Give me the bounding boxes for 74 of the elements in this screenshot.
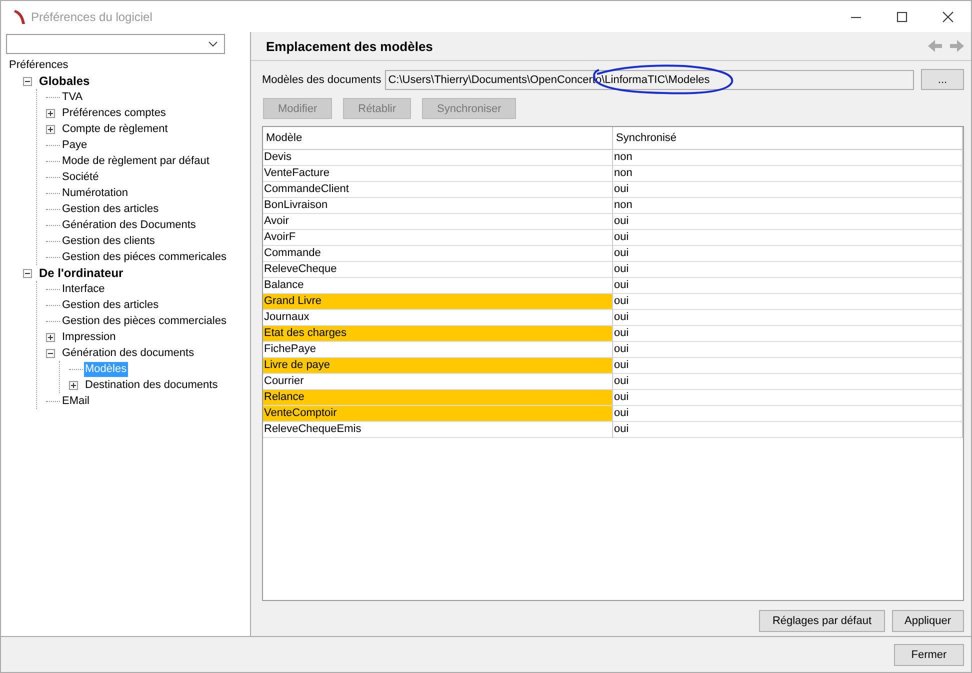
tree-item[interactable]: Gestion des articles [61, 298, 160, 312]
table-cell: Grand Livre [263, 294, 613, 310]
table-cell: Relance [263, 390, 613, 406]
tree-item[interactable]: Génération des Documents [61, 218, 197, 232]
panel-title: Emplacement des modèles [266, 38, 433, 54]
table-cell: AvoirF [263, 230, 613, 246]
chevron-down-icon [208, 41, 218, 47]
table-cell: oui [613, 390, 963, 406]
table-cell: non [613, 166, 963, 182]
tree-item[interactable]: Numérotation [61, 186, 130, 200]
table-cell: ReleveCheque [263, 262, 613, 278]
table-cell: oui [613, 230, 963, 246]
tree-item[interactable]: TVA [61, 90, 84, 104]
tree-item[interactable]: Gestion des piéces commericales [61, 250, 228, 264]
table-cell: CommandeClient [263, 182, 613, 198]
table-cell: non [613, 150, 963, 166]
table-cell: VenteFacture [263, 166, 613, 182]
table-cell: VenteComptoir [263, 406, 613, 422]
browse-button[interactable]: ... [921, 69, 964, 90]
table-cell: Livre de paye [263, 358, 613, 374]
table-cell: oui [613, 246, 963, 262]
tree-item[interactable]: Gestion des pièces commerciales [61, 314, 228, 328]
expand-icon[interactable] [46, 332, 55, 342]
table-cell: Commande [263, 246, 613, 262]
table-cell: Etat des charges [263, 326, 613, 342]
collapse-icon[interactable] [23, 268, 32, 278]
table-cell: oui [613, 182, 963, 198]
expand-icon[interactable] [46, 124, 55, 134]
tree-item[interactable]: Interface [61, 282, 106, 296]
tree-item[interactable]: Paye [61, 138, 88, 152]
table-cell: oui [613, 214, 963, 230]
table-cell: oui [613, 294, 963, 310]
collapse-icon[interactable] [23, 76, 32, 86]
tree-item[interactable]: Gestion des articles [61, 202, 160, 216]
table-cell: oui [613, 278, 963, 294]
tree-item[interactable]: Impression [61, 330, 117, 344]
panel-button[interactable]: Appliquer [892, 610, 964, 632]
tree-item[interactable]: Société [61, 170, 100, 184]
table-cell: non [613, 198, 963, 214]
filter-combo[interactable] [6, 34, 225, 54]
field-label: Modèles des documents [262, 74, 382, 86]
tree-item[interactable]: Destination des documents [84, 378, 219, 392]
table-cell: oui [613, 262, 963, 278]
table-cell: oui [613, 358, 963, 374]
table-cell: oui [613, 342, 963, 358]
tree-item[interactable]: Préférences [8, 58, 70, 72]
close-icon[interactable] [942, 10, 954, 22]
tree-item[interactable]: Compte de règlement [61, 122, 169, 136]
table-cell: oui [613, 406, 963, 422]
panel-button[interactable]: Réglages par défaut [759, 610, 885, 632]
maximize-icon[interactable] [896, 10, 908, 22]
tree-item[interactable]: EMail [61, 394, 91, 408]
column-header[interactable]: Modèle [263, 127, 613, 150]
table-cell: oui [613, 374, 963, 390]
tree-item[interactable]: Gestion des clients [61, 234, 156, 248]
table-cell: Avoir [263, 214, 613, 230]
table-cell: Devis [263, 150, 613, 166]
table-cell: oui [613, 310, 963, 326]
tree-item[interactable]: Globales [38, 74, 91, 88]
tree-item[interactable]: Génération des documents [61, 346, 196, 360]
tree-item[interactable]: Préférences comptes [61, 106, 167, 120]
tree-item[interactable]: De l'ordinateur [38, 266, 124, 280]
table-cell: oui [613, 422, 963, 438]
collapse-icon[interactable] [46, 348, 55, 358]
column-header[interactable]: Synchronisé [613, 127, 963, 150]
table-cell: oui [613, 326, 963, 342]
close-button[interactable]: Fermer [894, 644, 964, 666]
expand-icon[interactable] [46, 108, 55, 118]
table-cell: BonLivraison [263, 198, 613, 214]
table-cell: ReleveChequeEmis [263, 422, 613, 438]
window-title: Préférences du logiciel [31, 10, 152, 24]
tree-item[interactable]: Mode de règlement par défaut [61, 154, 210, 168]
app-logo-icon [13, 8, 27, 24]
expand-icon[interactable] [69, 380, 78, 390]
